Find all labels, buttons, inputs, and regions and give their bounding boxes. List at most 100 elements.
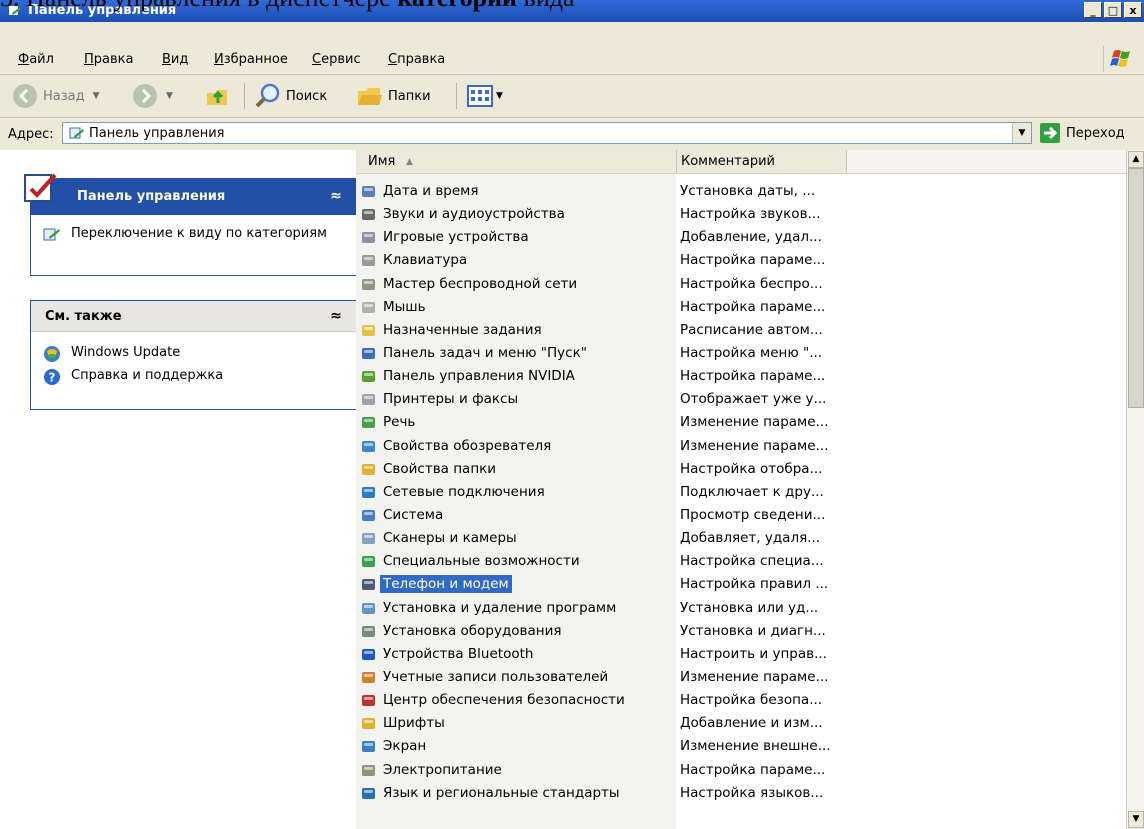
item-name: Специальные возможности: [383, 553, 580, 570]
back-button[interactable]: Назад ▼: [12, 75, 100, 117]
fonts-folder-icon: [362, 718, 375, 730]
list-item[interactable]: Электропитание Настройка параме...: [356, 759, 1126, 782]
list-item[interactable]: Дата и время Установка даты, ...: [356, 180, 1126, 203]
list-item[interactable]: Телефон и модем Настройка правил ...: [356, 573, 1126, 596]
menu-edit[interactable]: Правка: [84, 52, 133, 67]
control-panel-icon: [69, 127, 84, 139]
column-name-label: Имя: [368, 154, 396, 169]
list-item[interactable]: Сканеры и камеры Добавляет, удаля...: [356, 527, 1126, 550]
column-header-name[interactable]: Имя ▲: [356, 150, 676, 174]
phone-icon: [362, 579, 375, 591]
item-name: Мастер беспроводной сети: [383, 275, 578, 292]
wireless-icon: [362, 278, 375, 290]
item-comment: Добавляет, удаля...: [680, 530, 821, 547]
list-item[interactable]: Назначенные задания Расписание автом...: [356, 319, 1126, 342]
add-remove-icon: [362, 602, 375, 614]
shield-icon: [362, 695, 375, 707]
windows-update-text: Windows Update: [71, 345, 181, 360]
collapse-chevron-icon[interactable]: ≈: [327, 307, 345, 325]
scanner-icon: [362, 533, 375, 545]
back-label: Назад: [43, 88, 85, 104]
see-also-header[interactable]: См. также ≈: [31, 301, 357, 332]
collapse-chevron-icon[interactable]: ≈: [327, 187, 345, 205]
list-item[interactable]: Сетевые подключения Подключает к дру...: [356, 481, 1126, 504]
windows-update-link[interactable]: Windows Update: [31, 344, 357, 362]
list-item[interactable]: Речь Изменение параме...: [356, 411, 1126, 434]
list-item[interactable]: Мышь Настройка параме...: [356, 296, 1126, 319]
list-item[interactable]: Панель задач и меню "Пуск" Настройка меню…: [356, 342, 1126, 365]
address-value: Панель управления: [89, 126, 225, 141]
list-item[interactable]: Центр обеспечения безопасности Настройка …: [356, 689, 1126, 712]
list-item[interactable]: Игровые устройства Добавление, удал...: [356, 226, 1126, 249]
item-comment: Настройка меню "...: [680, 344, 823, 361]
item-comment: Расписание автом...: [680, 321, 823, 338]
item-comment: Настройка специа...: [680, 553, 824, 570]
item-name: Сетевые подключения: [383, 483, 545, 500]
list-item[interactable]: Свойства обозревателя Изменение параме...: [356, 435, 1126, 458]
menu-file[interactable]: Файл: [18, 52, 54, 67]
item-name: Электропитание: [383, 761, 502, 778]
list-item[interactable]: Свойства папки Настройка отобра...: [356, 458, 1126, 481]
accessibility-icon: [362, 556, 375, 568]
item-name: Игровые устройства: [383, 229, 529, 246]
item-comment: Настройка беспро...: [680, 275, 823, 292]
svg-text:?: ?: [49, 371, 56, 385]
folders-button[interactable]: Папки: [356, 75, 431, 117]
menu-favorites[interactable]: Избранное: [214, 52, 288, 67]
views-button[interactable]: ▼: [466, 75, 503, 117]
list-item[interactable]: Язык и региональные стандарты Настройка я…: [356, 782, 1126, 805]
scroll-thumb[interactable]: [1128, 168, 1144, 408]
forward-arrow-icon: [133, 84, 157, 108]
search-button[interactable]: Поиск: [254, 75, 327, 117]
item-comment: Добавление, удал...: [680, 229, 822, 246]
control-panel-box-header[interactable]: Панель управления ≈: [24, 173, 357, 215]
menu-tools[interactable]: Сервис: [312, 52, 361, 67]
list-item[interactable]: Экран Изменение внешне...: [356, 735, 1126, 758]
item-name: Установка оборудования: [383, 622, 562, 639]
bluetooth-icon: [362, 648, 375, 660]
list-item[interactable]: Принтеры и факсы Отображает уже у...: [356, 388, 1126, 411]
see-also-box: См. также ≈ Windows Update ? Справка и п…: [30, 300, 358, 410]
views-dropdown-icon: ▼: [496, 91, 503, 101]
list-item[interactable]: Установка оборудования Установка и диагн.…: [356, 620, 1126, 643]
address-bar: Адрес: Панель управления ▼ Переход: [0, 118, 1144, 151]
help-and-support-link[interactable]: ? Справка и поддержка: [31, 367, 357, 385]
menu-view[interactable]: Вид: [162, 52, 188, 67]
address-dropdown-button[interactable]: ▼: [1012, 123, 1031, 143]
item-comment: Настроить и управ...: [680, 645, 827, 662]
list-item[interactable]: Устройства Bluetooth Настроить и управ...: [356, 643, 1126, 666]
column-header-comment[interactable]: Комментарий: [676, 150, 846, 174]
folders-label: Папки: [388, 88, 431, 104]
search-label: Поиск: [286, 88, 328, 104]
list-item[interactable]: Учетные записи пользователей Изменение па…: [356, 666, 1126, 689]
scroll-down-button[interactable]: ▼: [1128, 811, 1144, 828]
up-button[interactable]: [204, 75, 230, 117]
item-name: Панель управления NVIDIA: [383, 368, 575, 385]
item-comment: Настройка параме...: [680, 368, 826, 385]
scroll-up-button[interactable]: ▲: [1128, 151, 1144, 168]
list-item[interactable]: Клавиатура Настройка параме...: [356, 249, 1126, 272]
list-item[interactable]: Панель управления NVIDIA Настройка параме…: [356, 365, 1126, 388]
address-field[interactable]: Панель управления ▼: [62, 122, 1032, 144]
hardware-icon: [362, 625, 375, 637]
switch-to-category-view-link[interactable]: Переключение к виду по категориям: [31, 225, 357, 242]
list-item[interactable]: Звуки и аудиоустройства Настройка звуков.…: [356, 203, 1126, 226]
item-comment: Настройка правил ...: [680, 576, 829, 593]
forward-button[interactable]: ▼: [132, 75, 173, 117]
list-item[interactable]: Установка и удаление программ Установка и…: [356, 597, 1126, 620]
list-item[interactable]: Система Просмотр сведени...: [356, 504, 1126, 527]
document-heading-text: 5. Панель управления в диспетчере катего…: [0, 0, 1144, 12]
item-comment: Отображает уже у...: [680, 391, 827, 408]
menu-help[interactable]: Справка: [388, 52, 445, 67]
globe-region-icon: [362, 787, 375, 799]
forward-dropdown-icon: ▼: [166, 91, 173, 101]
task-pane: Панель управления ≈ Переключение к виду …: [10, 150, 358, 829]
toolbar: Назад ▼ ▼ Поиск Папки ▼: [0, 75, 1144, 118]
go-button[interactable]: Переход: [1040, 122, 1125, 144]
list-item[interactable]: Шрифты Добавление и изм...: [356, 712, 1126, 735]
switch-view-text: Переключение к виду по категориям: [71, 226, 327, 241]
rows-container: Дата и время Установка даты, ... Звуки и а…: [356, 180, 1126, 805]
list-item[interactable]: Специальные возможности Настройка специа.…: [356, 550, 1126, 573]
list-item[interactable]: Мастер беспроводной сети Настройка беспро…: [356, 273, 1126, 296]
vertical-scrollbar[interactable]: ▲ ▼: [1126, 150, 1144, 829]
